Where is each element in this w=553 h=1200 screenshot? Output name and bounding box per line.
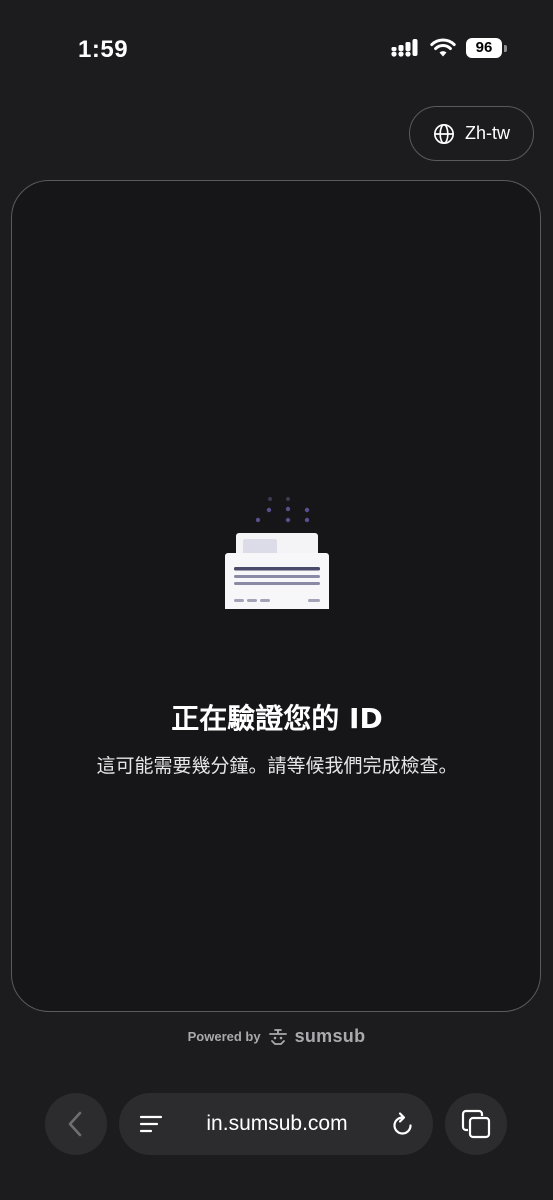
language-selector-button[interactable]: Zh-tw [409,106,534,161]
chevron-left-icon [68,1111,82,1137]
cellular-signal-icon [391,39,418,57]
page-menu-icon[interactable] [139,1114,163,1134]
wifi-icon [430,38,456,57]
status-bar: 1:59 96 [0,0,553,100]
verification-subtitle: 這可能需要幾分鐘。請等候我們完成檢查。 [96,755,458,777]
verification-title: 正在驗證您的 ID [171,702,383,735]
browser-tabs-button[interactable] [445,1093,507,1155]
tabs-icon [461,1109,491,1139]
language-label: Zh-tw [465,123,510,143]
id-document-scan-icon [225,497,329,609]
address-bar[interactable]: in.sumsub.com [119,1093,433,1155]
globe-icon [434,123,454,144]
reload-icon[interactable] [391,1111,415,1137]
sumsub-brand: sumsub [294,1026,366,1046]
verification-card: 正在驗證您的 ID 這可能需要幾分鐘。請等候我們完成檢查。 [11,180,541,1012]
status-time: 1:59 [78,36,129,63]
powered-by[interactable]: Powered by sumsub [0,1026,553,1047]
sumsub-logo-icon [268,1028,287,1045]
url-text[interactable]: in.sumsub.com [163,1112,391,1136]
battery-level: 96 [466,38,502,58]
battery-tip [504,44,507,52]
powered-by-label: Powered by [187,1029,261,1044]
battery-indicator: 96 [466,38,507,58]
browser-back-button[interactable] [45,1093,107,1155]
status-icons: 96 [390,38,507,58]
